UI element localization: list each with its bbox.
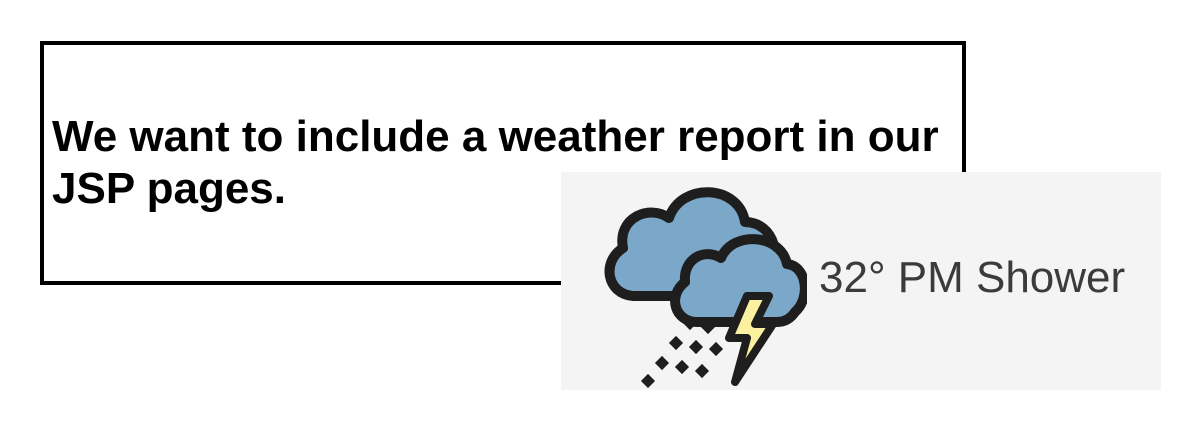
weather-widget: 32° PM Shower — [561, 172, 1161, 390]
weather-label: 32° PM Shower — [819, 253, 1126, 302]
thunderstorm-rain-icon — [604, 187, 807, 388]
